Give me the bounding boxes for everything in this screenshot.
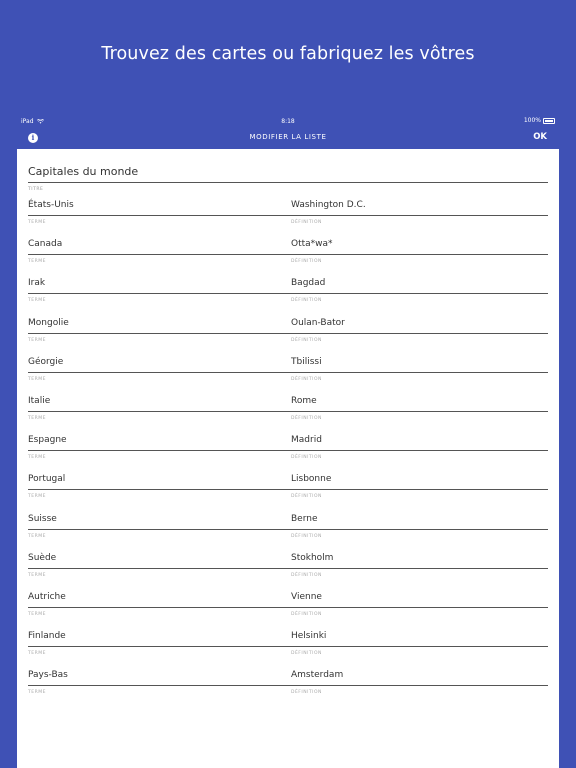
nav-title: MODIFIER LA LISTE: [249, 133, 327, 141]
table-row: Portugal Lisbonne TERME DÉFINITION: [28, 474, 548, 513]
table-row: Autriche Vienne TERME DÉFINITION: [28, 592, 548, 631]
table-row: Géorgie Tbilissi TERME DÉFINITION: [28, 357, 548, 396]
term-input[interactable]: Mongolie: [28, 318, 69, 328]
term-input[interactable]: Italie: [28, 396, 50, 406]
definition-caption: DÉFINITION: [291, 651, 322, 657]
term-caption: TERME: [28, 455, 46, 461]
definition-input[interactable]: Helsinki: [291, 631, 326, 641]
term-input[interactable]: Finlande: [28, 631, 66, 641]
term-caption: TERME: [28, 416, 46, 421]
row-underline: [28, 293, 548, 295]
definition-caption: DÉFINITION: [291, 298, 322, 304]
table-row: Suisse Berne TERME DÉFINITION: [28, 514, 548, 553]
term-input[interactable]: Autriche: [28, 592, 66, 602]
nav-bar: i MODIFIER LA LISTE OK: [17, 128, 559, 149]
title-caption: TITRE: [28, 187, 44, 192]
row-underline: [28, 411, 548, 412]
term-caption: TERME: [28, 220, 46, 225]
battery-percent: 100%: [523, 117, 541, 124]
definition-input[interactable]: Lisbonne: [291, 474, 331, 484]
row-underline: [28, 489, 548, 491]
term-input[interactable]: Suède: [28, 553, 56, 563]
table-row: Pays-Bas Amsterdam TERME DÉFINITION: [28, 670, 548, 709]
row-underline: [28, 215, 548, 216]
definition-caption: DÉFINITION: [291, 220, 322, 225]
table-row: Espagne Madrid TERME DÉFINITION: [28, 435, 548, 474]
table-row: Italie Rome TERME DÉFINITION: [28, 396, 548, 435]
status-bar: iPad 8:18 100%: [17, 115, 559, 128]
table-row: Mongolie Oulan-Bator TERME DÉFINITION: [28, 318, 548, 357]
term-input[interactable]: Espagne: [28, 435, 67, 445]
definition-input[interactable]: Oulan-Bator: [291, 318, 345, 328]
definition-caption: DÉFINITION: [291, 337, 322, 343]
definition-input[interactable]: Madrid: [291, 435, 322, 445]
row-underline: [28, 567, 548, 569]
definition-input[interactable]: Amsterdam: [291, 670, 343, 680]
row-underline: [28, 528, 548, 530]
term-caption: TERME: [28, 533, 46, 539]
definition-input[interactable]: Otta*wa*: [291, 239, 333, 249]
row-underline: [28, 450, 548, 452]
term-caption: TERME: [28, 494, 46, 500]
term-input[interactable]: Géorgie: [28, 357, 63, 367]
table-row: Irak Bagdad TERME DÉFINITION: [28, 278, 548, 317]
term-caption: TERME: [28, 651, 46, 657]
definition-caption: DÉFINITION: [291, 259, 322, 265]
battery: 100%: [524, 117, 555, 124]
definition-input[interactable]: Washington D.C.: [291, 200, 366, 210]
definition-caption: DÉFINITION: [291, 376, 322, 382]
row-underline: [28, 254, 548, 256]
row-underline: [28, 332, 548, 334]
definition-caption: DÉFINITION: [291, 455, 322, 461]
term-caption: TERME: [28, 690, 46, 696]
definition-input[interactable]: Tbilissi: [291, 357, 322, 367]
row-underline: [28, 371, 548, 373]
term-input[interactable]: États-Unis: [28, 200, 74, 210]
term-caption: TERME: [28, 612, 46, 617]
term-caption: TERME: [28, 259, 46, 265]
headline: Trouvez des cartes ou fabriquez les vôtr…: [101, 44, 475, 64]
device-screen: iPad 8:18 100% i MODIFIER LA LISTE OK Ca…: [17, 115, 559, 768]
term-caption: TERME: [28, 572, 46, 578]
term-input[interactable]: Pays-Bas: [28, 670, 68, 680]
term-caption: TERME: [28, 376, 46, 382]
term-caption: TERME: [28, 298, 46, 304]
definition-input[interactable]: Stokholm: [291, 553, 333, 563]
status-time: 8:18: [281, 118, 295, 125]
table-row: États-Unis Washington D.C. TERME DÉFINITION: [28, 200, 548, 239]
definition-caption: DÉFINITION: [291, 494, 322, 500]
definition-input[interactable]: Rome: [291, 396, 317, 406]
definition-caption: DÉFINITION: [291, 416, 322, 421]
row-underline: [28, 685, 548, 687]
row-underline: [28, 646, 548, 648]
definition-caption: DÉFINITION: [291, 612, 322, 617]
term-input[interactable]: Canada: [28, 239, 62, 249]
term-caption: TERME: [28, 337, 46, 343]
term-input[interactable]: Irak: [28, 278, 45, 288]
table-row: Finlande Helsinki TERME DÉFINITION: [28, 631, 548, 670]
table-row: Canada Otta*wa* TERME DÉFINITION: [28, 239, 548, 278]
battery-icon: [543, 117, 555, 124]
definition-caption: DÉFINITION: [291, 533, 322, 539]
definition-input[interactable]: Vienne: [291, 592, 322, 602]
definition-caption: DÉFINITION: [291, 690, 322, 696]
term-input[interactable]: Suisse: [28, 514, 57, 524]
list-title-input[interactable]: Capitales du monde: [28, 165, 138, 178]
table-row: Suède Stokholm TERME DÉFINITION: [28, 553, 548, 592]
ok-button[interactable]: OK: [533, 132, 547, 142]
row-underline: [28, 607, 548, 608]
term-input[interactable]: Portugal: [28, 474, 65, 484]
definition-caption: DÉFINITION: [291, 572, 322, 578]
definition-input[interactable]: Bagdad: [291, 278, 325, 288]
title-underline: [28, 182, 548, 183]
definition-input[interactable]: Berne: [291, 514, 318, 524]
